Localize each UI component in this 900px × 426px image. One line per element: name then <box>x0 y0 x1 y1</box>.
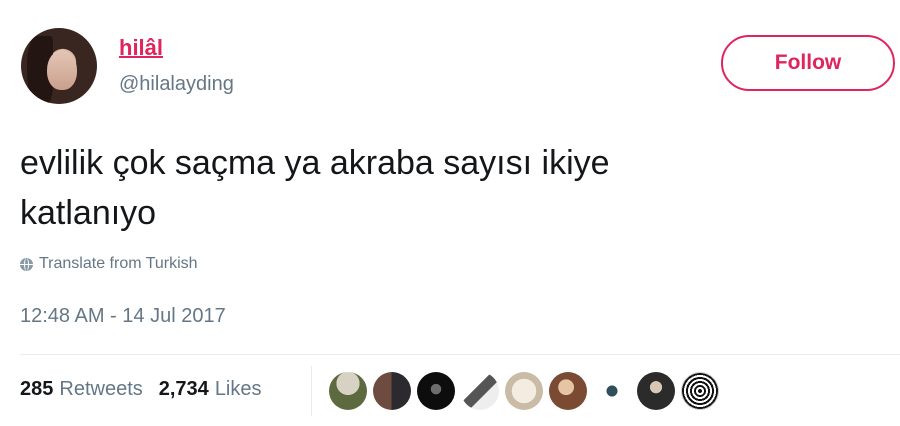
retweets-count: 285 <box>20 378 54 400</box>
tweet-text: evlilik çok saçma ya akraba sayısı ikiye… <box>20 138 820 238</box>
liker-avatar[interactable] <box>681 372 719 410</box>
liker-avatar[interactable] <box>505 372 543 410</box>
liker-avatar[interactable] <box>593 372 631 410</box>
tweet-stats: 285 Retweets 2,734 Likes <box>20 378 262 401</box>
translate-label: Translate from Turkish <box>39 255 198 272</box>
follow-button[interactable]: Follow <box>721 35 895 91</box>
avatar-face <box>47 50 77 90</box>
stats-divider <box>311 366 312 416</box>
tweet-text-line-2: katlanıyo <box>20 194 157 232</box>
likes-label: Likes <box>214 378 262 400</box>
divider <box>20 354 900 355</box>
tweet-text-line-1: evlilik çok saçma ya akraba sayısı ikiye <box>20 144 610 182</box>
avatar[interactable] <box>21 28 97 104</box>
liker-avatar[interactable] <box>373 372 411 410</box>
liker-avatar[interactable] <box>637 372 675 410</box>
display-name[interactable]: hilâl <box>119 35 163 61</box>
liker-avatars <box>329 372 719 410</box>
tweet-timestamp[interactable]: 12:48 AM - 14 Jul 2017 <box>20 305 226 328</box>
globe-icon <box>20 257 33 271</box>
liker-avatar[interactable] <box>329 372 367 410</box>
liker-avatar[interactable] <box>417 372 455 410</box>
liker-avatar[interactable] <box>549 372 587 410</box>
user-handle[interactable]: @hilalayding <box>119 73 234 96</box>
translate-link[interactable]: Translate from Turkish <box>20 255 198 273</box>
likes-count: 2,734 <box>158 378 209 400</box>
retweets-stat[interactable]: 285 Retweets <box>20 378 143 401</box>
likes-stat[interactable]: 2,734 Likes <box>159 378 262 401</box>
liker-avatar[interactable] <box>461 372 499 410</box>
retweets-label: Retweets <box>59 378 143 400</box>
